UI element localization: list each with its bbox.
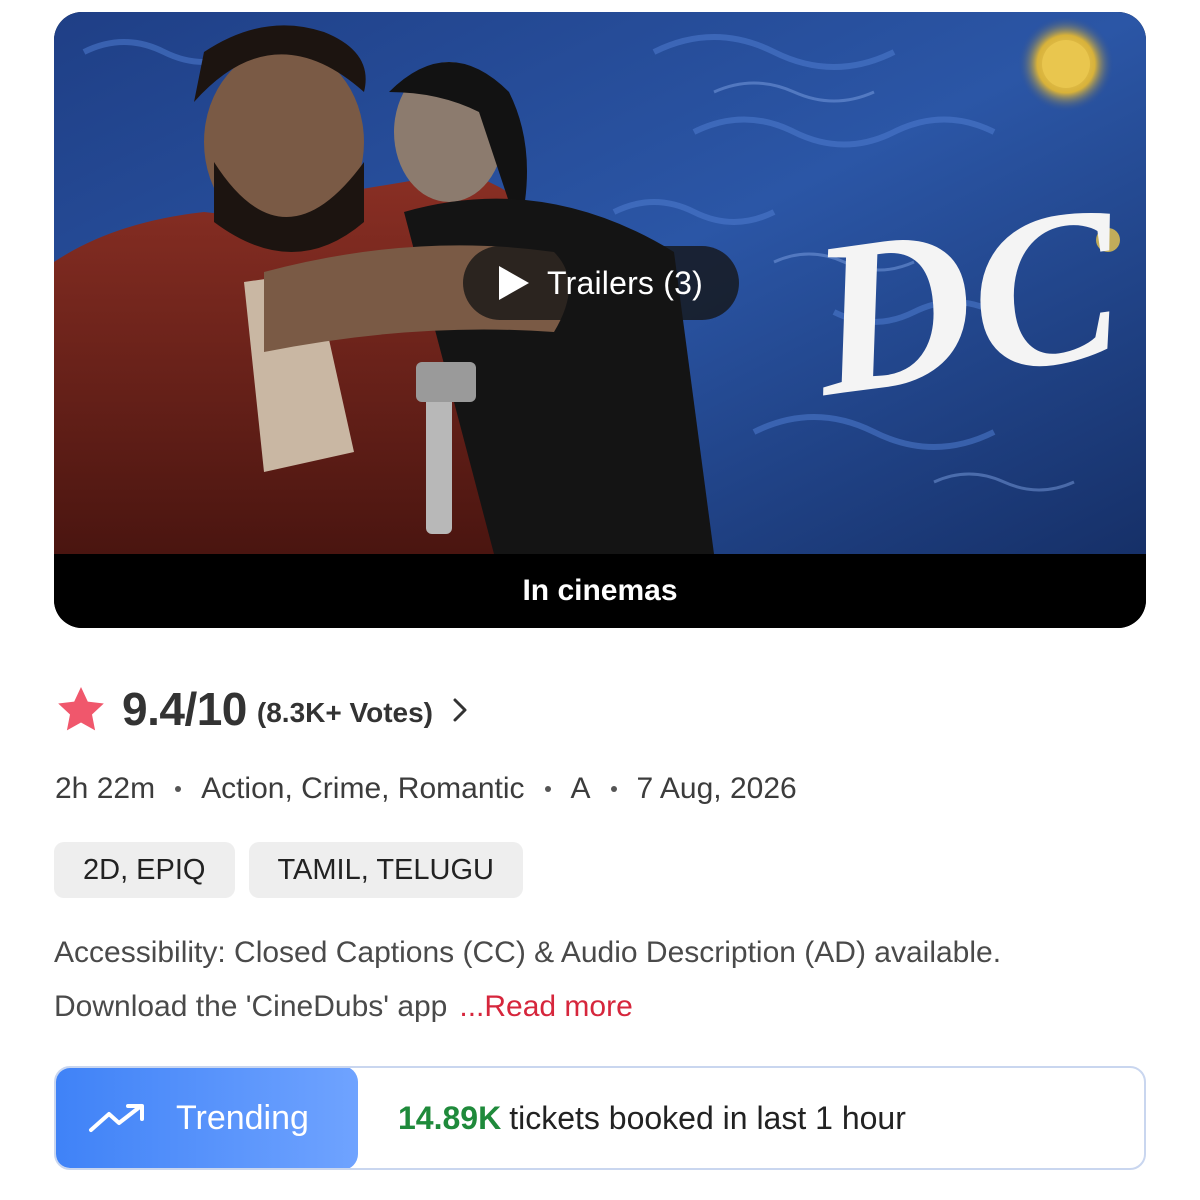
- format-tag-language: TAMIL, TELUGU: [248, 842, 523, 898]
- trailers-button[interactable]: Trailers (3): [463, 246, 739, 320]
- chevron-right-icon[interactable]: [451, 697, 469, 723]
- trending-stat: 14.89K tickets booked in last 1 hour: [398, 1068, 906, 1168]
- movie-meta: 2h 22m Action, Crime, Romantic A 7 Aug, …: [55, 772, 797, 806]
- release-status-banner: In cinemas: [54, 554, 1146, 628]
- svg-text:DC: DC: [795, 158, 1136, 443]
- tickets-booked-count: 14.89K: [398, 1099, 502, 1136]
- description-line: Download the 'CineDubs' app: [54, 990, 448, 1023]
- format-tags: 2D, EPIQ TAMIL, TELUGU: [54, 842, 523, 898]
- movie-poster-card[interactable]: DC Trailers (3) In cinemas: [54, 12, 1146, 628]
- genres: Action, Crime, Romantic: [201, 772, 525, 805]
- rating-votes: (8.3K+ Votes): [256, 697, 433, 728]
- star-icon: [58, 687, 104, 731]
- rating-row[interactable]: 9.4/10 (8.3K+ Votes): [56, 680, 469, 738]
- tickets-booked-text: tickets booked in last 1 hour: [509, 1099, 906, 1136]
- description-line-with-link: Download the 'CineDubs' app ...Read more: [54, 980, 1154, 1034]
- trending-up-icon: [89, 1104, 144, 1132]
- read-more-link[interactable]: ...Read more: [459, 990, 632, 1023]
- trending-card: Trending 14.89K tickets booked in last 1…: [54, 1066, 1146, 1170]
- trailers-label: Trailers (3): [547, 264, 703, 301]
- release-date: 7 Aug, 2026: [636, 772, 797, 805]
- play-icon: [499, 266, 530, 300]
- trending-badge: Trending: [56, 1068, 358, 1168]
- duration: 2h 22m: [55, 772, 156, 805]
- format-tag-screen: 2D, EPIQ: [54, 842, 235, 898]
- rating-score: 9.4/10: [122, 683, 247, 735]
- movie-description: Accessibility: Closed Captions (CC) & Au…: [54, 926, 1154, 1034]
- trending-label: Trending: [176, 1098, 309, 1137]
- separator-dot: [175, 786, 182, 792]
- description-line: Accessibility: Closed Captions (CC) & Au…: [54, 936, 1002, 969]
- separator-dot: [610, 786, 617, 792]
- separator-dot: [544, 786, 551, 792]
- certificate: A: [570, 772, 591, 805]
